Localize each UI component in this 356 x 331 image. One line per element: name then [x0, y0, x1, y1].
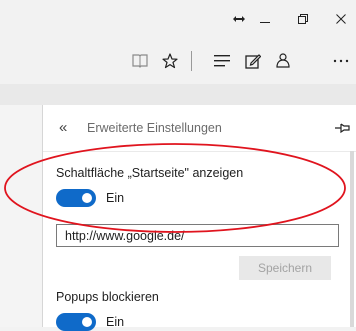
close-button[interactable]	[326, 0, 356, 38]
toggle-knob	[82, 317, 92, 327]
panel-header: « Erweiterte Einstellungen	[43, 105, 356, 151]
save-button[interactable]: Speichern	[239, 256, 331, 280]
hub-icon[interactable]	[207, 38, 237, 84]
favorites-star-icon[interactable]	[155, 38, 185, 84]
web-note-icon[interactable]	[238, 38, 268, 84]
popups-setting-label: Popups blockieren	[56, 290, 159, 304]
title-bar	[0, 0, 356, 38]
minimize-button[interactable]	[250, 0, 280, 38]
maximize-button[interactable]	[280, 0, 326, 38]
toggle-knob	[82, 193, 92, 203]
more-icon[interactable]	[326, 38, 356, 84]
restore-arrows-icon[interactable]	[228, 0, 250, 38]
home-button-toggle[interactable]	[56, 189, 96, 207]
home-button-setting-label: Schaltfläche „Startseite" anzeigen	[56, 166, 244, 180]
favorites-strip	[0, 84, 356, 106]
panel-scrollbar[interactable]	[350, 151, 354, 327]
home-page-url-input[interactable]	[56, 224, 339, 247]
share-icon[interactable]	[268, 38, 298, 84]
pin-icon[interactable]	[335, 121, 351, 135]
toolbar-separator	[191, 51, 192, 71]
popups-toggle[interactable]	[56, 313, 96, 331]
back-icon[interactable]: «	[59, 119, 77, 137]
home-button-toggle-state: Ein	[106, 191, 125, 205]
panel-divider	[43, 151, 356, 152]
page-content	[0, 105, 42, 327]
reading-view-icon[interactable]	[125, 38, 155, 84]
panel-title: Erweiterte Einstellungen	[87, 121, 222, 135]
browser-toolbar	[0, 38, 356, 84]
